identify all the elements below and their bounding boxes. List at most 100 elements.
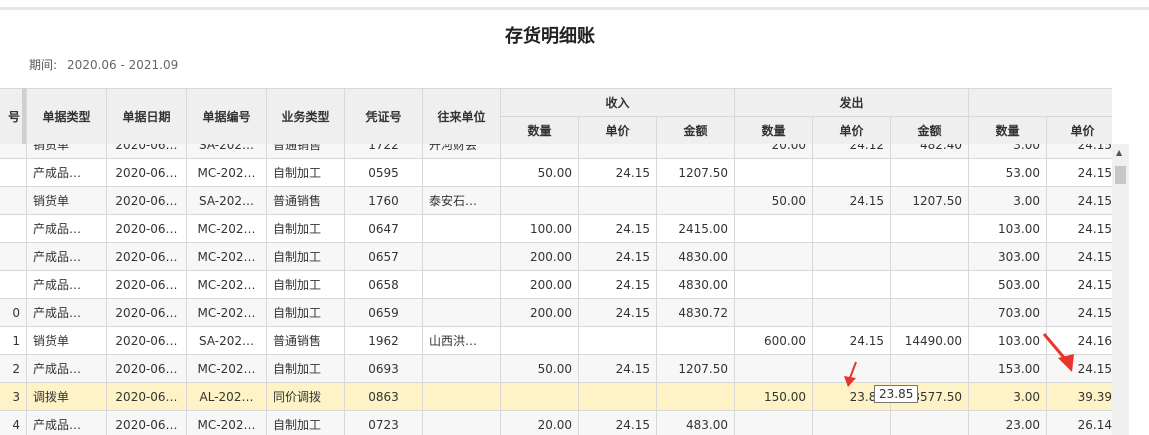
income-amount-cell (656, 144, 735, 159)
red-arrow-icon (1042, 333, 1074, 372)
scroll-up-arrow-icon[interactable]: ▲ (1116, 148, 1122, 157)
income-price-cell (578, 382, 657, 411)
frozen-column-separator (22, 88, 26, 144)
table-row[interactable]: 4 产成品… 2020-06… MC-202… 自制加工 0723 20.00 24.15 48… (0, 410, 1112, 435)
voucher-no-link[interactable]: 0723 (344, 410, 423, 435)
biz-type-cell: 普通销售 (266, 186, 345, 215)
biz-type-cell: 自制加工 (266, 242, 345, 271)
doc-type-cell: 产成品… (26, 214, 107, 243)
table-row[interactable]: 产成品… 2020-06… MC-202… 自制加工 0657 200.00 24.15 48… (0, 242, 1112, 271)
vertical-scrollbar[interactable]: ▲ (1112, 144, 1129, 435)
col-header-balance-qty[interactable]: 数量 (968, 116, 1048, 145)
col-header-biz-type[interactable]: 业务类型 (266, 88, 345, 145)
col-header-income-qty[interactable]: 数量 (500, 116, 579, 145)
row-index (0, 158, 27, 187)
doc-no-link[interactable]: AL-202… (186, 382, 267, 411)
voucher-no-link[interactable]: 0647 (344, 214, 423, 243)
row-index: 0 (0, 298, 27, 327)
top-divider (0, 7, 1149, 10)
biz-type-cell: 自制加工 (266, 214, 345, 243)
voucher-no-link[interactable]: 0595 (344, 158, 423, 187)
income-qty-cell: 200.00 (500, 242, 579, 271)
issue-price-cell: 24.15 (812, 326, 891, 355)
issue-amount-cell (890, 270, 969, 299)
voucher-no-link[interactable]: 0658 (344, 270, 423, 299)
col-header-partner[interactable]: 往来单位 (422, 88, 501, 145)
col-header-doc-no[interactable]: 单据编号 (186, 88, 267, 145)
col-header-issue-qty[interactable]: 数量 (734, 116, 814, 145)
col-header-voucher-no[interactable]: 凭证号 (344, 88, 423, 145)
income-price-cell: 24.15 (578, 214, 657, 243)
income-qty-cell: 20.00 (500, 410, 579, 435)
voucher-no-link[interactable]: 1962 (344, 326, 423, 355)
income-amount-cell: 1207.50 (656, 354, 735, 383)
col-header-issue-price[interactable]: 单价 (812, 116, 892, 145)
income-price-cell: 24.15 (578, 270, 657, 299)
row-index (0, 186, 27, 215)
doc-no-link[interactable]: MC-202… (186, 158, 267, 187)
doc-no-link[interactable]: MC-202… (186, 214, 267, 243)
income-amount-cell: 4830.00 (656, 242, 735, 271)
col-header-doc-type[interactable]: 单据类型 (26, 88, 107, 145)
issue-qty-cell: 150.00 (734, 382, 813, 411)
voucher-no-link[interactable]: 1760 (344, 186, 423, 215)
balance-qty-cell: 103.00 (968, 214, 1047, 243)
table-row[interactable]: 产成品… 2020-06… MC-202… 自制加工 0595 50.00 24.15 120… (0, 158, 1112, 187)
col-header-doc-date[interactable]: 单据日期 (106, 88, 187, 145)
biz-type-cell: 普通销售 (266, 144, 345, 159)
doc-no-link[interactable]: SA-202… (186, 326, 267, 355)
doc-no-link[interactable]: SA-202… (186, 186, 267, 215)
balance-price-cell: 24.15 (1046, 270, 1112, 299)
income-qty-cell (500, 186, 579, 215)
voucher-no-link[interactable]: 0693 (344, 354, 423, 383)
grid-body: 销货单 2020-06… SA-202… 普通销售 1722 开河财会 20.00 24.12… (0, 144, 1112, 435)
table-row[interactable]: 0 产成品… 2020-06… MC-202… 自制加工 0659 200.00 24.15 4… (0, 298, 1112, 327)
doc-date-cell: 2020-06… (106, 242, 187, 271)
partner-cell (422, 410, 501, 435)
col-header-issue-amount[interactable]: 金额 (890, 116, 970, 145)
doc-no-link[interactable]: MC-202… (186, 354, 267, 383)
voucher-no-link[interactable]: 0657 (344, 242, 423, 271)
col-header-balance-price[interactable]: 单价 (1046, 116, 1112, 145)
voucher-no-link[interactable]: 0659 (344, 298, 423, 327)
doc-type-cell: 调拨单 (26, 382, 107, 411)
doc-type-cell: 产成品… (26, 354, 107, 383)
issue-price-cell (812, 214, 891, 243)
row-index: 2 (0, 354, 27, 383)
issue-price-cell (812, 270, 891, 299)
table-row[interactable]: 3 调拨单 2020-06… AL-202… 同价调拨 0863 150.00 23.85 35… (0, 382, 1112, 411)
issue-amount-cell: 14490.00 (890, 326, 969, 355)
table-row[interactable]: 1 销货单 2020-06… SA-202… 普通销售 1962 山西洪… 600.00 24.… (0, 326, 1112, 355)
voucher-no-link[interactable]: 0863 (344, 382, 423, 411)
doc-no-link[interactable]: SA-202… (186, 144, 267, 159)
row-index: 4 (0, 410, 27, 435)
issue-qty-cell (734, 354, 813, 383)
col-header-income-price[interactable]: 单价 (578, 116, 657, 145)
voucher-no-link[interactable]: 1722 (344, 144, 423, 159)
biz-type-cell: 自制加工 (266, 354, 345, 383)
doc-type-cell: 产成品… (26, 158, 107, 187)
doc-no-link[interactable]: MC-202… (186, 298, 267, 327)
income-price-cell (578, 144, 657, 159)
issue-qty-cell: 600.00 (734, 326, 813, 355)
issue-amount-cell (890, 242, 969, 271)
period-label: 期间: (29, 58, 58, 72)
income-amount-cell: 483.00 (656, 410, 735, 435)
table-row[interactable]: 2 产成品… 2020-06… MC-202… 自制加工 0693 50.00 24.15 12… (0, 354, 1112, 383)
doc-date-cell: 2020-06… (106, 326, 187, 355)
doc-no-link[interactable]: MC-202… (186, 410, 267, 435)
balance-price-cell: 24.15 (1046, 214, 1112, 243)
table-row[interactable]: 销货单 2020-06… SA-202… 普通销售 1760 泰安石… 50.00 24.15… (0, 186, 1112, 215)
balance-price-cell: 26.14 (1046, 410, 1112, 435)
table-row[interactable]: 产成品… 2020-06… MC-202… 自制加工 0647 100.00 24.15 24… (0, 214, 1112, 243)
table-row[interactable]: 销货单 2020-06… SA-202… 普通销售 1722 开河财会 20.00 24.12… (0, 144, 1112, 159)
doc-no-link[interactable]: MC-202… (186, 270, 267, 299)
doc-date-cell: 2020-06… (106, 158, 187, 187)
balance-qty-cell: 53.00 (968, 158, 1047, 187)
scroll-thumb[interactable] (1115, 166, 1126, 184)
doc-no-link[interactable]: MC-202… (186, 242, 267, 271)
table-row[interactable]: 产成品… 2020-06… MC-202… 自制加工 0658 200.00 24.15 48… (0, 270, 1112, 299)
inventory-ledger-grid: 号 单据类型 单据日期 单据编号 业务类型 凭证号 往来单位 收入 发出 结存 … (0, 88, 1112, 435)
red-arrow-icon (844, 361, 857, 387)
col-header-income-amount[interactable]: 金额 (655, 116, 736, 145)
